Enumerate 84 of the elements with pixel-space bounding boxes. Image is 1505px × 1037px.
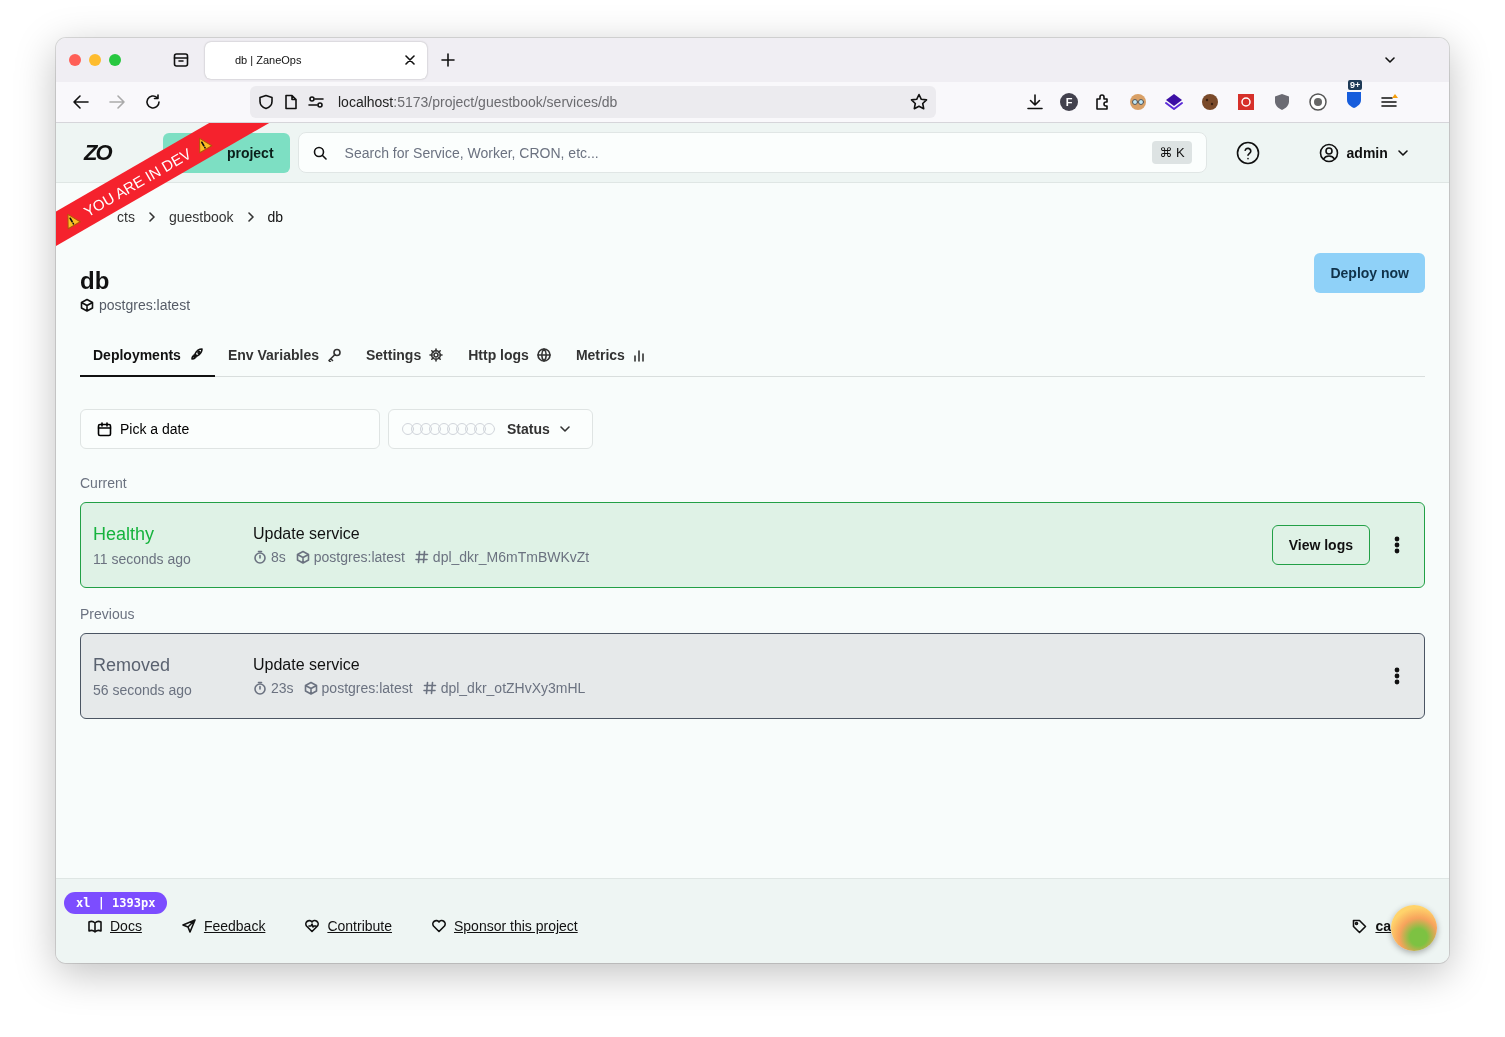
close-icon[interactable] [405, 55, 415, 65]
duration: 8s [271, 549, 286, 565]
stack-icon[interactable] [1164, 92, 1184, 112]
help-icon[interactable] [1235, 140, 1260, 165]
logo[interactable]: ZO [84, 139, 111, 166]
footer-link[interactable]: Contribute [305, 918, 392, 934]
footer-link[interactable]: Feedback [181, 918, 266, 934]
tab[interactable]: Env Variables [214, 337, 353, 377]
heart-icon [432, 919, 446, 933]
reload-icon[interactable] [144, 93, 162, 111]
image-name: postgres:latest [313, 549, 405, 565]
notification-badge: 9+ [1348, 80, 1363, 90]
user-icon [1318, 142, 1339, 163]
tab-tray-icon[interactable] [173, 52, 189, 68]
breadcrumb-link[interactable]: guestbook [168, 209, 234, 225]
deployment-hash: dpl_dkr_M6mTmBWKvZt [432, 549, 590, 565]
deployment-time: 11 seconds ago [93, 550, 192, 567]
timer-icon [253, 681, 267, 695]
square-logo-icon[interactable] [1236, 92, 1256, 112]
extension-icon[interactable]: F [1060, 93, 1078, 111]
more-options-icon[interactable] [1394, 536, 1400, 554]
deployment-hash: dpl_dkr_otZHvXy3mHL [440, 680, 586, 696]
footer-link[interactable]: Docs [88, 918, 142, 934]
heart-pulse-icon [305, 919, 320, 933]
timer-icon [253, 550, 267, 564]
tag-icon [1352, 918, 1368, 934]
user-menu[interactable]: admin [1312, 141, 1416, 164]
close-window-button[interactable] [69, 54, 81, 66]
keyboard-shortcut: ⌘ K [1152, 141, 1192, 164]
tab-title: db | ZaneOps [235, 54, 302, 66]
tab[interactable]: Http logs [455, 337, 563, 377]
section-label: Previous [80, 606, 136, 622]
deployment-status: Healthy [93, 523, 156, 545]
tab[interactable]: Settings [353, 337, 456, 377]
breadcrumb-link[interactable]: cts [117, 209, 135, 225]
box-icon [295, 550, 310, 564]
send-icon [181, 919, 196, 933]
deployment-title: Update service [253, 525, 361, 543]
tab[interactable]: Metrics [562, 337, 659, 377]
deployment-time: 56 seconds ago [93, 681, 193, 698]
address-bar[interactable]: localhost:5173/project/guestbook/services/db [250, 86, 936, 118]
back-icon[interactable] [72, 93, 90, 111]
more-options-icon[interactable] [1394, 667, 1400, 685]
hash-icon [414, 550, 429, 564]
search-icon [312, 145, 327, 160]
hash-icon [422, 681, 437, 695]
box-icon [80, 298, 94, 312]
calendar-icon [97, 421, 112, 437]
deployment-card[interactable]: Removed 56 seconds ago Update service 23s postgres:latest dpl_dkr_otZHvXy3mHL [80, 633, 1425, 719]
deployment-status: Removed [93, 654, 172, 676]
tab[interactable]: Deployments [80, 337, 215, 377]
box-icon [303, 681, 318, 695]
url-text: localhost:5173/project/guestbook/services/db [338, 94, 618, 110]
book-icon [88, 919, 102, 933]
page-icon[interactable] [284, 94, 298, 110]
deployment-title: Update service [253, 656, 361, 674]
settings-icon [429, 348, 444, 362]
image-name: postgres:latest [321, 680, 413, 696]
search-field[interactable]: Search for Service, Worker, CRON, etc... [342, 143, 1137, 162]
face-icon[interactable] [1128, 92, 1148, 112]
sliders-icon[interactable] [308, 95, 324, 109]
status-dropdown[interactable]: Status [388, 409, 593, 449]
image-name: postgres:latest [99, 297, 191, 313]
section-label: Current [80, 475, 128, 491]
shield-icon[interactable] [258, 94, 274, 110]
footer-link[interactable]: ca [1375, 918, 1391, 934]
browser-tab[interactable]: db | ZaneOps [205, 41, 427, 79]
breakpoint-badge: xl | 1393px [64, 892, 168, 914]
footer-link[interactable]: Sponsor this project [432, 918, 578, 934]
chevron-right-icon [245, 212, 256, 222]
date-picker[interactable]: Pick a date [80, 409, 380, 449]
view-logs-button[interactable]: View logs [1271, 525, 1370, 565]
key-icon [327, 348, 341, 362]
deploy-button[interactable]: Deploy now [1314, 253, 1425, 293]
service-title: db [80, 267, 111, 295]
chevron-right-icon [146, 212, 157, 222]
duration: 23s [271, 680, 294, 696]
search-bar[interactable]: Search for Service, Worker, CRON, etc... ⌘ K [297, 132, 1207, 173]
download-icon[interactable] [1026, 93, 1044, 111]
bar-chart-icon [632, 348, 647, 362]
plus-icon[interactable] [441, 53, 455, 67]
deployment-card[interactable]: Healthy 11 seconds ago Update service 8s postgres:latest dpl_dkr_M6mTmBWKvZt View logs [80, 502, 1425, 588]
star-icon[interactable] [910, 93, 928, 111]
cookie-icon[interactable] [1200, 92, 1220, 112]
